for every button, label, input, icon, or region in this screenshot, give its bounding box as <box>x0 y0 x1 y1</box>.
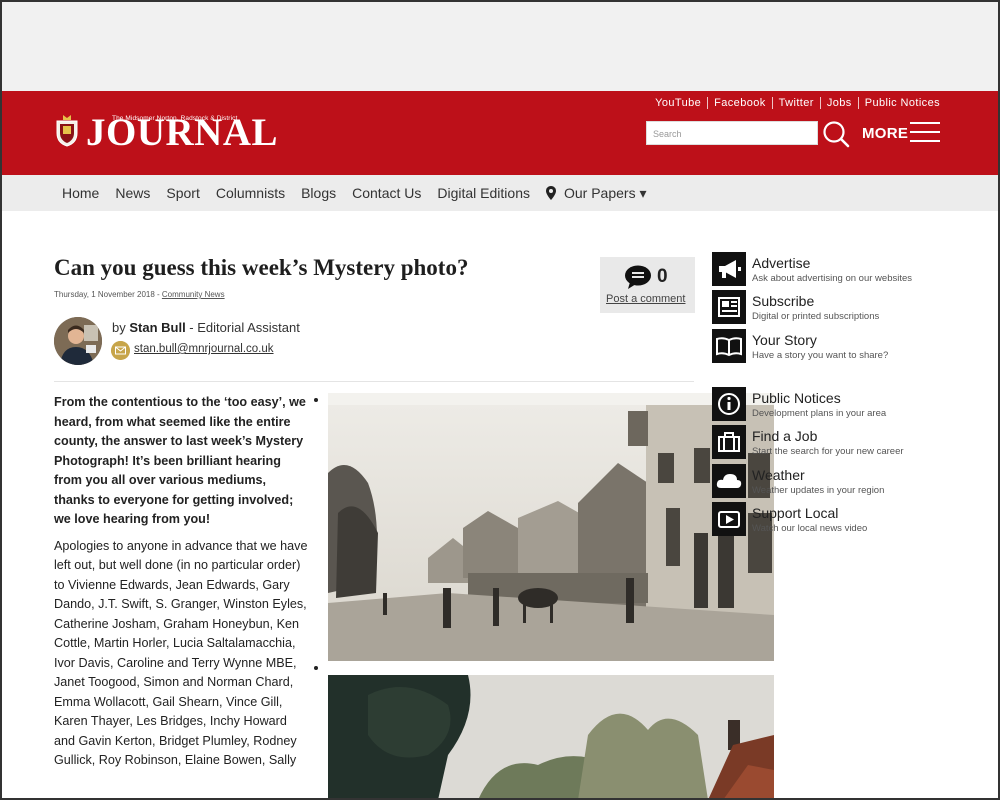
nav-our-papers-label: Our Papers ▾ <box>563 185 647 201</box>
sidebar-item-your-story[interactable]: Your Story Have a story you want to shar… <box>712 329 942 365</box>
site-header: The Midsomer Norton, Radstock & District… <box>2 91 998 175</box>
top-links: YouTube Facebook Twitter Jobs Public Not… <box>649 97 940 109</box>
masthead-name: JOURNAL <box>86 111 279 154</box>
sidebar-subtitle: Weather updates in your region <box>752 485 885 496</box>
tree-scene-image <box>328 675 774 800</box>
sidebar-subtitle: Development plans in your area <box>752 408 887 419</box>
megaphone-icon <box>712 252 746 286</box>
map-pin-icon <box>545 186 556 200</box>
sidebar-subtitle: Ask about advertising on our websites <box>752 273 913 284</box>
comments-widget[interactable]: 0 Post a comment <box>600 257 695 313</box>
article-category-link[interactable]: Community News <box>162 290 225 299</box>
body-paragraph: Apologies to anyone in advance that we h… <box>54 538 308 768</box>
author-name[interactable]: Stan Bull <box>129 320 185 335</box>
article-divider <box>54 381 694 382</box>
info-icon <box>712 387 746 421</box>
list-bullet <box>314 398 318 402</box>
comment-count: 0 <box>657 266 668 287</box>
briefcase-icon <box>712 425 746 459</box>
sidebar-subtitle: Digital or printed subscriptions <box>752 311 880 322</box>
author-byline: by Stan Bull - Editorial Assistant <box>112 320 300 335</box>
sidebar-title: Subscribe <box>752 293 815 309</box>
top-link-youtube[interactable]: YouTube <box>649 97 709 109</box>
sidebar-title: Your Story <box>752 332 817 348</box>
nav-sport[interactable]: Sport <box>166 185 199 202</box>
nav-home[interactable]: Home <box>62 185 99 202</box>
sidebar-subtitle: Start the search for your new career <box>752 446 904 457</box>
lead-paragraph: From the contentious to the ‘too easy’, … <box>54 395 306 526</box>
post-comment-link[interactable]: Post a comment <box>606 293 685 305</box>
article-title: Can you guess this week’s Mystery photo? <box>54 255 469 280</box>
street-scene-image <box>328 393 774 661</box>
sidebar-title: Advertise <box>752 255 811 271</box>
top-ad-banner <box>2 2 998 91</box>
cloud-icon <box>712 464 746 498</box>
nav-our-papers[interactable]: Our Papers ▾ <box>545 185 647 202</box>
list-bullet <box>314 666 318 670</box>
top-link-facebook[interactable]: Facebook <box>708 97 773 109</box>
author-photo <box>54 317 102 365</box>
byline-prefix: by <box>112 320 130 335</box>
mystery-photo-street[interactable] <box>328 393 774 661</box>
article-date: Thursday, 1 November 2018 <box>54 290 155 299</box>
sidebar-item-subscribe[interactable]: Subscribe Digital or printed subscriptio… <box>712 290 942 326</box>
search-input[interactable]: Search <box>646 121 818 145</box>
nav-digital-editions[interactable]: Digital Editions <box>437 185 530 202</box>
search-icon[interactable] <box>822 120 850 148</box>
envelope-icon <box>111 341 130 360</box>
sidebar-title: Public Notices <box>752 390 841 406</box>
article-dateline: Thursday, 1 November 2018 - Community Ne… <box>54 290 225 299</box>
sidebar-title: Support Local <box>752 505 839 521</box>
sidebar-title: Weather <box>752 467 805 483</box>
top-link-jobs[interactable]: Jobs <box>821 97 859 109</box>
site-logo[interactable]: The Midsomer Norton, Radstock & District… <box>54 107 278 159</box>
author-avatar[interactable] <box>54 317 102 365</box>
sidebar-subtitle: Have a story you want to share? <box>752 350 889 361</box>
author-role: - Editorial Assistant <box>185 320 300 335</box>
book-icon <box>712 329 746 363</box>
hamburger-menu-icon[interactable] <box>910 122 940 144</box>
video-icon <box>712 502 746 536</box>
sidebar-item-advertise[interactable]: Advertise Ask about advertising on our w… <box>712 252 942 288</box>
nav-news[interactable]: News <box>115 185 150 202</box>
nav-contact-us[interactable]: Contact Us <box>352 185 421 202</box>
dateline-separator: - <box>154 290 162 299</box>
nav-columnists[interactable]: Columnists <box>216 185 285 202</box>
top-link-public-notices[interactable]: Public Notices <box>859 97 940 109</box>
article-body: From the contentious to the ‘too easy’, … <box>54 393 308 778</box>
sidebar-item-public-notices[interactable]: Public Notices Development plans in your… <box>712 387 942 423</box>
nav-blogs[interactable]: Blogs <box>301 185 336 202</box>
sidebar-item-weather[interactable]: Weather Weather updates in your region <box>712 464 942 500</box>
main-nav: Home News Sport Columnists Blogs Contact… <box>2 175 998 211</box>
author-email-link[interactable]: stan.bull@mnrjournal.co.uk <box>134 343 274 355</box>
crest-icon <box>56 115 78 147</box>
sidebar-subtitle: Watch our local news video <box>752 523 868 534</box>
more-menu-label[interactable]: MORE <box>862 125 908 142</box>
sidebar-item-support-local[interactable]: Support Local Watch our local news video <box>712 502 942 538</box>
sidebar-item-find-a-job[interactable]: Find a Job Start the search for your new… <box>712 425 942 461</box>
mystery-photo-trees[interactable] <box>328 675 774 800</box>
top-link-twitter[interactable]: Twitter <box>773 97 821 109</box>
sidebar-title: Find a Job <box>752 428 818 444</box>
newspaper-icon <box>712 290 746 324</box>
speech-bubble-icon <box>625 265 651 289</box>
